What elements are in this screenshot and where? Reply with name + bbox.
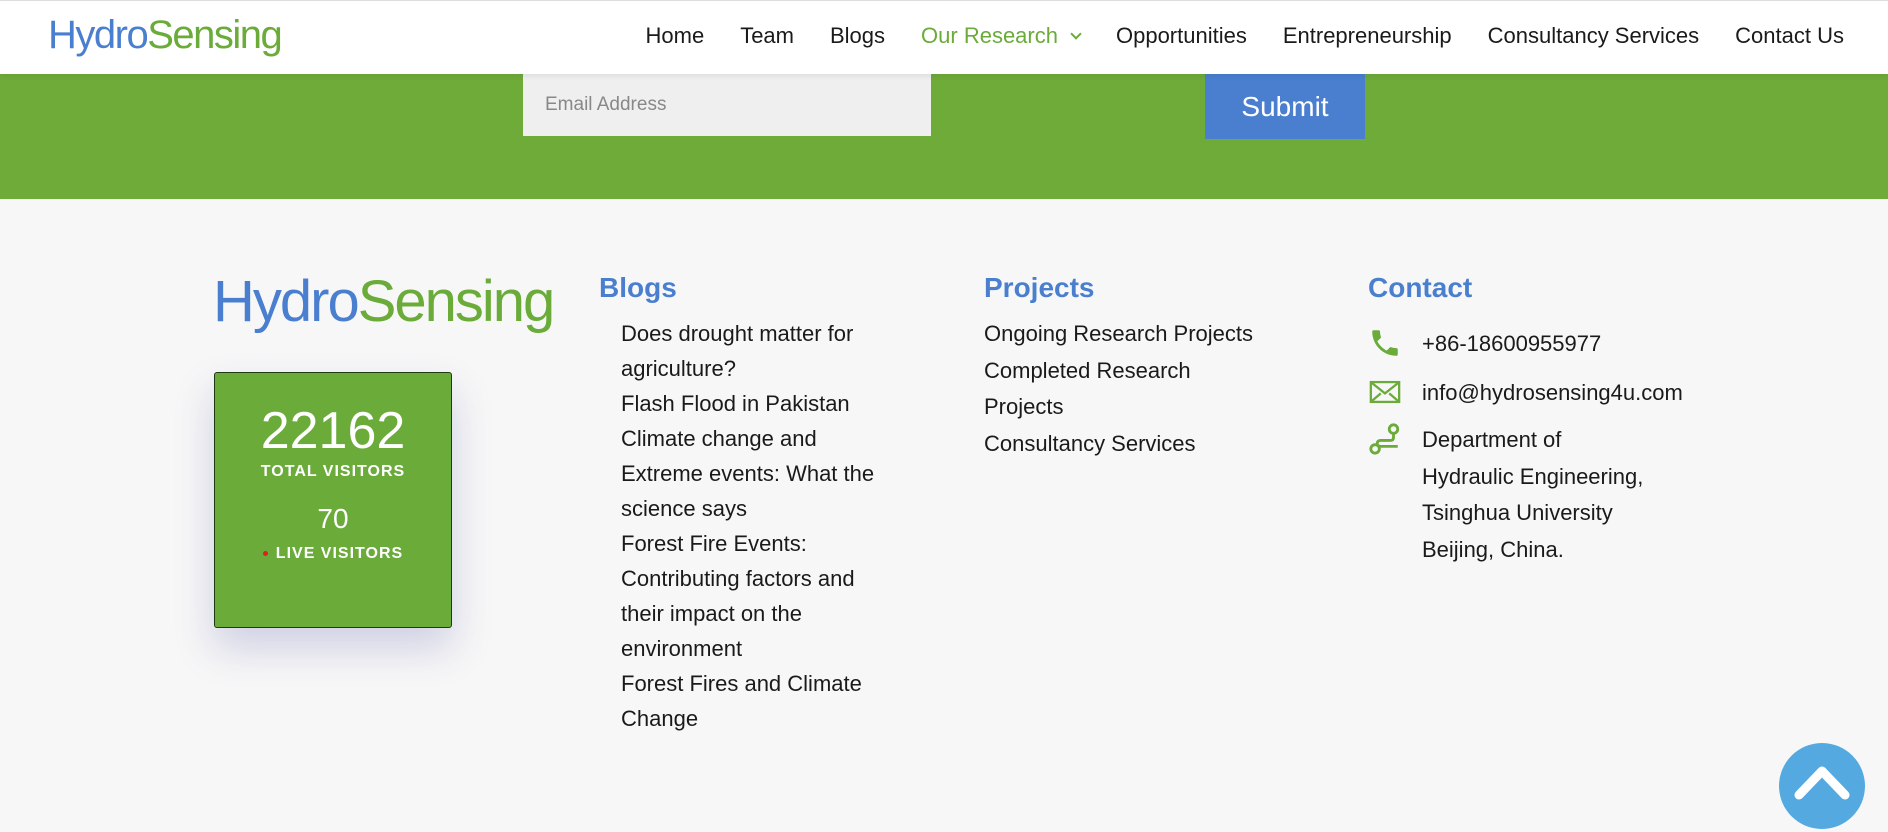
live-visitors-label: LIVE VISITORS xyxy=(275,545,404,562)
envelope-icon xyxy=(1369,380,1401,404)
footer-logo[interactable]: HydroSensing xyxy=(213,268,556,335)
submit-button[interactable]: Submit xyxy=(1205,74,1365,139)
logo-sensing: Sensing xyxy=(147,13,283,57)
site-header: HydroSensing Home Team Blogs Our Researc… xyxy=(0,0,1888,74)
main-nav: Home Team Blogs Our Research Opportuniti… xyxy=(646,23,1845,49)
contact-address: Department of Hydraulic Engineering, Tsi… xyxy=(1422,422,1643,568)
phone-icon xyxy=(1372,330,1398,356)
address-line: Beijing, China. xyxy=(1422,536,1564,562)
contact-phone[interactable]: +86-18600955977 xyxy=(1422,326,1601,363)
contact-address-row: Department of Hydraulic Engineering, Tsi… xyxy=(1368,422,1643,568)
nav-our-research-label: Our Research xyxy=(921,23,1058,48)
route-icon xyxy=(1369,423,1400,455)
nav-opportunities[interactable]: Opportunities xyxy=(1116,23,1247,49)
blogs-heading: Blogs xyxy=(599,272,677,303)
projects-list: Ongoing Research Projects Completed Rese… xyxy=(984,316,1304,462)
footer-logo-hydro: Hydro xyxy=(213,269,360,334)
blogs-list: Does drought matter for agriculture? Fla… xyxy=(621,316,901,736)
projects-heading: Projects xyxy=(984,272,1095,303)
header-logo[interactable]: HydroSensing xyxy=(48,13,283,58)
contact-heading: Contact xyxy=(1368,272,1473,303)
chevron-up-icon xyxy=(1794,766,1850,800)
contact-email[interactable]: info@hydrosensing4u.com xyxy=(1422,375,1683,412)
total-visitors-count: 22162 xyxy=(260,402,406,460)
blog-link[interactable]: Climate change and Extreme events: What … xyxy=(621,421,901,526)
blog-link[interactable]: Forest Fire Events: Contributing factors… xyxy=(621,526,901,666)
nav-team[interactable]: Team xyxy=(740,23,794,49)
nav-entrepreneurship[interactable]: Entrepreneurship xyxy=(1283,23,1452,49)
address-line: Hydraulic Engineering, xyxy=(1422,463,1644,489)
address-line: Tsinghua University xyxy=(1422,500,1613,525)
scroll-to-top-button[interactable] xyxy=(1779,743,1865,829)
email-input[interactable] xyxy=(523,74,931,136)
nav-consultancy-services[interactable]: Consultancy Services xyxy=(1488,23,1700,49)
blog-link[interactable]: Forest Fires and Climate Change xyxy=(621,666,901,736)
live-dot-icon xyxy=(262,551,268,557)
contact-phone-row: +86-18600955977 xyxy=(1368,326,1601,363)
address-line: Department of xyxy=(1422,427,1562,452)
contact-email-row: info@hydrosensing4u.com xyxy=(1368,375,1683,412)
blog-link[interactable]: Does drought matter for agriculture? xyxy=(621,316,901,386)
logo-hydro: Hydro xyxy=(48,13,149,57)
live-visitors-row: LIVE VISITORS xyxy=(215,545,451,563)
nav-contact-us[interactable]: Contact Us xyxy=(1735,23,1844,49)
chevron-down-icon xyxy=(1070,28,1082,40)
subscribe-band xyxy=(0,74,1888,199)
visitor-counter: 22162 TOTAL VISITORS 70 LIVE VISITORS xyxy=(214,372,452,628)
project-link[interactable]: Ongoing Research Projects xyxy=(984,316,1304,353)
nav-blogs[interactable]: Blogs xyxy=(830,23,885,49)
footer-logo-sensing: Sensing xyxy=(357,269,556,334)
project-link[interactable]: Completed Research Projects xyxy=(984,353,1234,426)
blog-link[interactable]: Flash Flood in Pakistan xyxy=(621,386,901,421)
project-link[interactable]: Consultancy Services xyxy=(984,426,1304,463)
nav-home[interactable]: Home xyxy=(646,23,705,49)
nav-our-research[interactable]: Our Research xyxy=(921,23,1082,49)
live-visitors-count: 70 xyxy=(317,503,349,534)
total-visitors-label: TOTAL VISITORS xyxy=(260,463,406,480)
